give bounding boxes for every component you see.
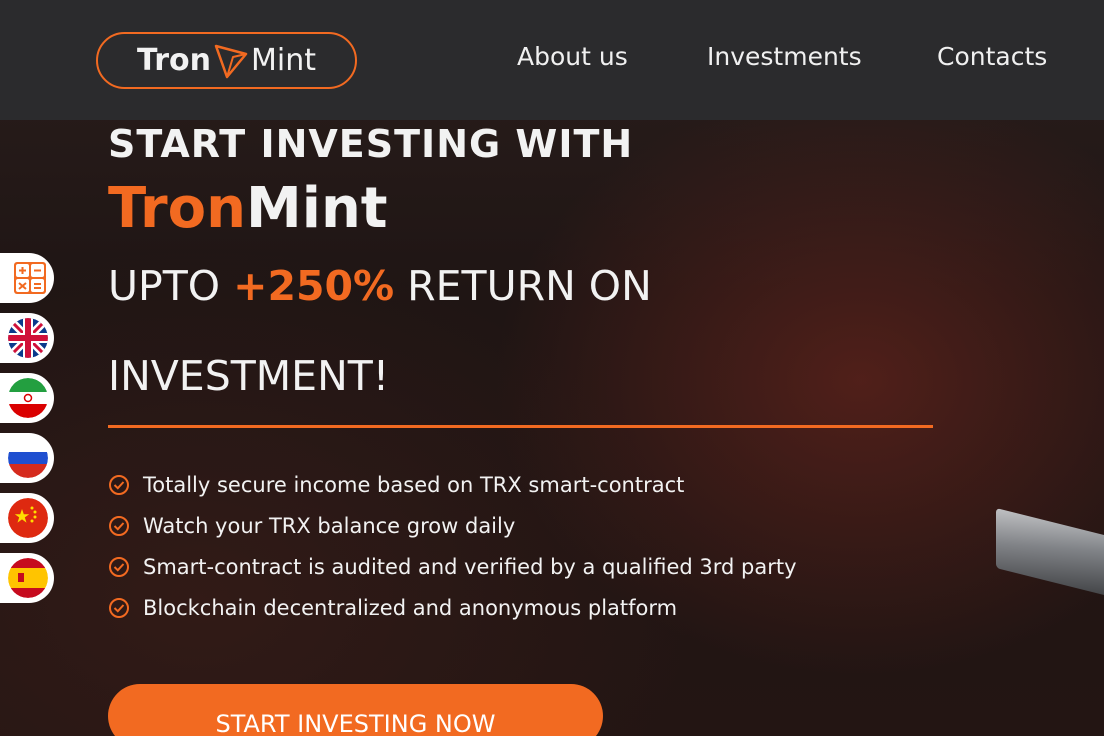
flag-uk-icon [8,318,48,358]
hero-brand: TronMint [108,176,388,241]
check-circle-icon [109,474,129,495]
flag-china-icon [8,498,48,538]
feature-item: Smart-contract is audited and verified b… [108,546,797,587]
feature-list: Totally secure income based on TRX smart… [108,464,797,628]
nav-about-us[interactable]: About us [517,42,628,74]
hero-investment-line: INVESTMENT! [108,352,390,400]
return-percentage: +250% [233,262,395,310]
nav-contacts[interactable]: Contacts [937,42,1047,74]
rail-language-english[interactable] [0,313,54,363]
start-investing-button[interactable]: START INVESTING NOW [108,684,603,736]
rail-language-persian[interactable] [0,373,54,423]
nav-investments[interactable]: Investments [707,42,862,74]
rail-language-chinese[interactable] [0,493,54,543]
logo-text-right: Mint [250,43,316,78]
flag-spain-icon [8,558,48,598]
calculator-icon [14,262,46,294]
feature-item: Totally secure income based on TRX smart… [108,464,797,505]
return-prefix: UPTO [108,262,234,310]
hero-heading: START INVESTING WITH [108,122,634,166]
rail-language-spanish[interactable] [0,553,54,603]
tron-logo-icon [214,44,248,78]
check-circle-icon [109,556,129,577]
feature-text: Smart-contract is audited and verified b… [143,554,797,579]
rail-language-russian[interactable] [0,433,54,483]
logo-text-left: Tron [137,43,211,78]
feature-item: Blockchain decentralized and anonymous p… [108,587,797,628]
flag-russia-icon [8,438,48,478]
rail-calculator[interactable] [0,253,54,303]
hero-brand-part2: Mint [246,176,388,241]
return-suffix: RETURN ON [394,262,652,310]
hero-brand-part1: Tron [108,176,247,241]
feature-item: Watch your TRX balance grow daily [108,505,797,546]
check-circle-icon [109,515,129,536]
feature-text: Watch your TRX balance grow daily [143,513,516,538]
check-circle-icon [109,597,129,618]
logo[interactable]: Tron Mint [96,32,357,89]
site-header: Tron Mint About us Investments Contacts [0,0,1104,120]
flag-iran-icon [8,378,48,418]
feature-text: Totally secure income based on TRX smart… [143,472,685,497]
divider [108,425,933,428]
hero-return-line: UPTO +250% RETURN ON [108,262,652,310]
feature-text: Blockchain decentralized and anonymous p… [143,595,678,620]
